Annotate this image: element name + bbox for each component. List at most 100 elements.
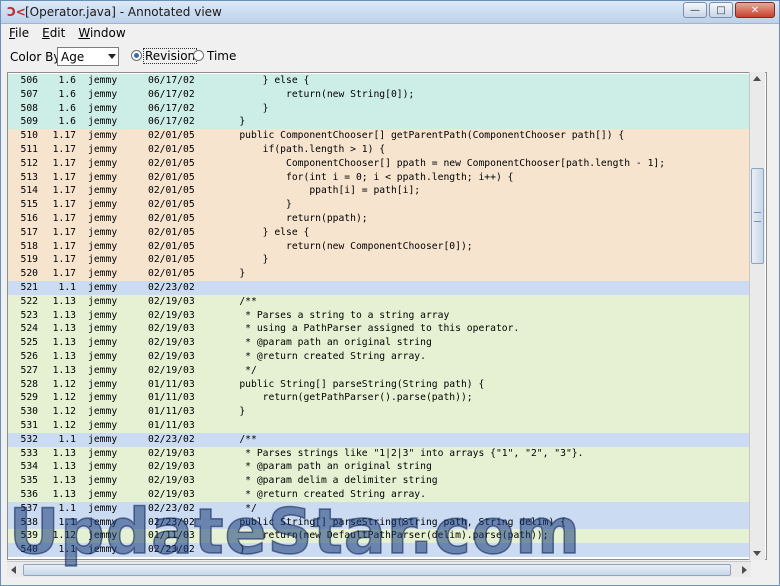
code-row[interactable]: 518 1.17 jemmy 02/01/05 return(new Componen… — [8, 239, 750, 254]
code-row[interactable]: 524 1.13 jemmy 02/19/03 * using a PathParse… — [8, 322, 750, 337]
scroll-down-icon[interactable] — [753, 551, 761, 556]
author-cell: jemmy — [88, 544, 118, 556]
line-number: 537 — [20, 502, 39, 514]
author-cell: jemmy — [88, 419, 118, 431]
revision-cell: 1.12 — [52, 406, 76, 418]
code-row[interactable]: 529 1.12 jemmy 01/11/03 return(getPathParse… — [8, 391, 750, 406]
minimize-button[interactable]: — — [683, 2, 707, 18]
scroll-right-icon[interactable] — [742, 566, 747, 574]
code-row[interactable]: 517 1.17 jemmy 02/01/05 } else { — [8, 225, 750, 240]
code-row[interactable]: 508 1.6 jemmy 06/17/02 } — [8, 101, 750, 116]
code-text: } — [216, 544, 246, 556]
code-row[interactable]: 537 1.1 jemmy 02/23/02 */ — [8, 501, 750, 516]
date-cell: 02/01/05 — [148, 130, 195, 142]
code-text: } — [216, 254, 269, 266]
code-row[interactable]: 540 1.1 jemmy 02/23/02 } — [8, 543, 750, 557]
code-row[interactable]: 523 1.13 jemmy 02/19/03 * Parses a string t… — [8, 308, 750, 323]
code-row[interactable]: 522 1.13 jemmy 02/19/03 /** — [8, 294, 750, 309]
code-row[interactable]: 515 1.17 jemmy 02/01/05 } — [8, 198, 750, 212]
author-cell: jemmy — [88, 157, 118, 169]
code-row[interactable]: 534 1.13 jemmy 02/19/03 * @param path an or… — [8, 460, 750, 475]
revision-cell: 1.6 — [58, 88, 77, 100]
code-row[interactable]: 510 1.17 jemmy 02/01/05 public ComponentCho… — [8, 129, 750, 143]
revision-cell: 1.12 — [52, 392, 76, 404]
code-row[interactable]: 525 1.13 jemmy 02/19/03 * @param path an or… — [8, 336, 750, 350]
menu-file[interactable]: File — [1, 24, 34, 43]
code-row[interactable]: 530 1.12 jemmy 01/11/03 } — [8, 405, 750, 419]
code-row[interactable]: 513 1.17 jemmy 02/01/05 for(int i = 0; i < … — [8, 170, 750, 185]
line-number: 513 — [20, 171, 39, 183]
revision-cell: 1.17 — [52, 268, 76, 280]
code-row[interactable]: 514 1.17 jemmy 02/01/05 ppath[i] = path[i]; — [8, 184, 750, 199]
code-text: if(path.length > 1) { — [216, 143, 386, 155]
line-number: 527 — [20, 364, 39, 376]
scroll-left-icon[interactable] — [11, 566, 16, 574]
line-number: 508 — [20, 102, 39, 114]
author-cell: jemmy — [88, 323, 118, 335]
code-row[interactable]: 521 1.1 jemmy 02/23/02 — [8, 280, 750, 295]
code-row[interactable]: 520 1.17 jemmy 02/01/05 } — [8, 267, 750, 281]
vertical-scroll-thumb[interactable] — [751, 168, 764, 264]
color-by-select[interactable]: Age — [57, 47, 119, 66]
code-row[interactable]: 516 1.17 jemmy 02/01/05 return(ppath); — [8, 211, 750, 226]
code-row[interactable]: 519 1.17 jemmy 02/01/05 } — [8, 253, 750, 268]
menu-edit-label: dit — [49, 26, 66, 40]
time-radio-label[interactable]: Time — [207, 49, 236, 63]
author-cell: jemmy — [88, 199, 118, 211]
chevron-down-icon — [108, 54, 116, 59]
line-number: 534 — [20, 461, 39, 473]
revision-cell: 1.1 — [58, 433, 77, 445]
code-row[interactable]: 507 1.6 jemmy 06/17/02 return(new String[0]… — [8, 87, 750, 102]
author-cell: jemmy — [88, 502, 118, 514]
revision-cell: 1.17 — [52, 240, 76, 252]
horizontal-scroll-thumb[interactable] — [23, 564, 731, 576]
code-row[interactable]: 509 1.6 jemmy 06/17/02 } — [8, 115, 750, 130]
annotated-code-view[interactable]: 506 1.6 jemmy 06/17/02 } else {507 1.6 jemmy 0… — [7, 72, 767, 560]
menu-edit-mnemonic: E — [42, 26, 50, 40]
scroll-up-icon[interactable] — [753, 76, 761, 81]
code-row[interactable]: 526 1.13 jemmy 02/19/03 * @return created S… — [8, 349, 750, 364]
author-cell: jemmy — [88, 516, 118, 528]
author-cell: jemmy — [88, 130, 118, 142]
code-row[interactable]: 532 1.1 jemmy 02/23/02 /** — [8, 432, 750, 447]
code-row[interactable]: 535 1.13 jemmy 02/19/03 * @param delim a de… — [8, 474, 750, 488]
code-row[interactable]: 531 1.12 jemmy 01/11/03 — [8, 418, 750, 433]
author-cell: jemmy — [88, 254, 118, 266]
revision-cell: 1.13 — [52, 461, 76, 473]
code-row[interactable]: 528 1.12 jemmy 01/11/03 public String[] par… — [8, 377, 750, 392]
author-cell: jemmy — [88, 309, 118, 321]
revision-radio[interactable] — [131, 50, 142, 61]
menu-edit[interactable]: Edit — [34, 24, 70, 43]
author-cell: jemmy — [88, 102, 118, 114]
author-cell: jemmy — [88, 212, 118, 224]
code-text: * using a PathParser assigned to this op… — [216, 323, 520, 335]
revision-radio-label[interactable]: Revision — [142, 48, 198, 64]
author-cell: jemmy — [88, 226, 118, 238]
vertical-scrollbar[interactable] — [749, 72, 765, 560]
code-text: */ — [216, 502, 257, 514]
revision-cell: 1.12 — [52, 378, 76, 390]
menu-window[interactable]: Window — [70, 24, 130, 43]
close-button[interactable]: ✕ — [735, 2, 775, 18]
code-row[interactable]: 512 1.17 jemmy 02/01/05 ComponentChooser[] … — [8, 156, 750, 171]
line-number: 539 — [20, 530, 39, 542]
time-radio[interactable] — [193, 50, 204, 61]
code-row[interactable]: 506 1.6 jemmy 06/17/02 } else { — [8, 74, 750, 88]
code-row[interactable]: 511 1.17 jemmy 02/01/05 if(path.length > 1)… — [8, 142, 750, 157]
date-cell: 02/23/02 — [148, 433, 195, 445]
code-row[interactable]: 536 1.13 jemmy 02/19/03 * @return created S… — [8, 487, 750, 502]
revision-cell: 1.12 — [52, 419, 76, 431]
code-row[interactable]: 539 1.12 jemmy 01/11/03 return(new DefaultP… — [8, 529, 750, 544]
revision-cell: 1.17 — [52, 185, 76, 197]
date-cell: 02/19/03 — [148, 475, 195, 487]
line-number: 528 — [20, 378, 39, 390]
date-cell: 02/23/02 — [148, 281, 195, 293]
code-text: * @param path an original string — [216, 461, 432, 473]
horizontal-scrollbar[interactable] — [7, 561, 751, 577]
title-bar[interactable]: Ↄ< [Operator.java] - Annotated view — □ … — [1, 1, 779, 24]
line-number: 524 — [20, 323, 39, 335]
code-row[interactable]: 533 1.13 jemmy 02/19/03 * Parses strings li… — [8, 446, 750, 461]
code-row[interactable]: 527 1.13 jemmy 02/19/03 */ — [8, 363, 750, 378]
code-row[interactable]: 538 1.1 jemmy 02/23/02 public String[] pars… — [8, 515, 750, 530]
maximize-button[interactable]: □ — [709, 2, 733, 18]
